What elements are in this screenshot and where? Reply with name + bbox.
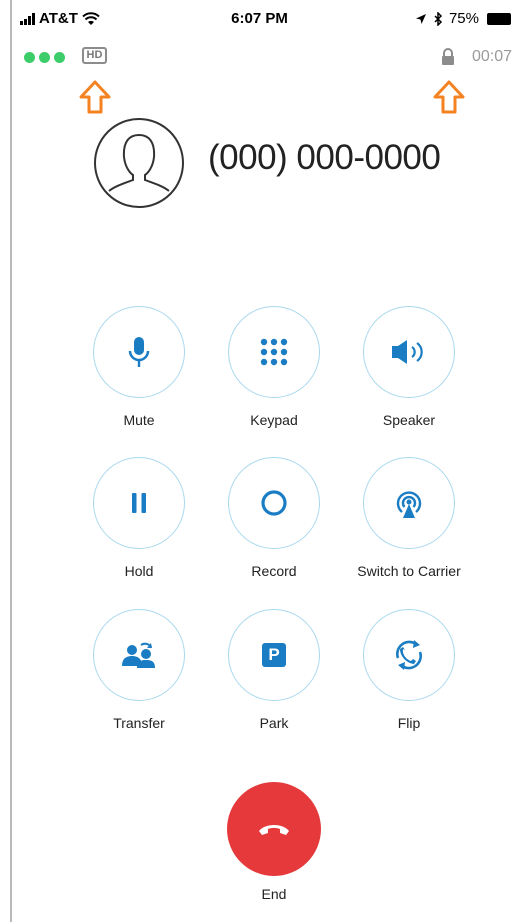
bluetooth-icon	[434, 11, 443, 26]
flip-icon	[396, 640, 422, 670]
keypad-icon	[260, 338, 288, 366]
transfer-icon	[122, 642, 155, 668]
flip-circle[interactable]	[363, 609, 455, 701]
quality-dot	[54, 52, 65, 63]
flip-button[interactable]: Flip	[339, 609, 479, 731]
transfer-circle[interactable]	[93, 609, 185, 701]
microphone-icon	[128, 337, 150, 367]
location-icon	[415, 13, 426, 24]
park-label: Park	[259, 715, 289, 731]
switch-to-carrier-label: Switch to Carrier	[357, 563, 461, 579]
hold-circle[interactable]	[93, 457, 185, 549]
mute-label: Mute	[123, 412, 155, 428]
battery-percent: 75%	[448, 10, 479, 27]
caller-number: (000) 000-0000	[208, 138, 441, 177]
cell-tower-icon	[396, 491, 422, 518]
keypad-button[interactable]: Keypad	[204, 306, 344, 428]
switch-to-carrier-button[interactable]: Switch to Carrier	[339, 457, 479, 579]
keypad-label: Keypad	[250, 412, 298, 428]
mute-button[interactable]: Mute	[69, 306, 209, 428]
record-button[interactable]: Record	[204, 457, 344, 579]
call-duration: 00:07	[472, 48, 513, 65]
record-circle[interactable]	[228, 457, 320, 549]
transfer-label: Transfer	[113, 715, 165, 731]
quality-dot	[39, 52, 50, 63]
status-bar: AT&T 6:07 PM 75%	[0, 0, 519, 36]
quality-dot	[24, 52, 35, 63]
record-icon	[261, 490, 287, 516]
hold-label: Hold	[124, 563, 154, 579]
status-right: 75%	[415, 10, 511, 27]
speaker-circle[interactable]	[363, 306, 455, 398]
call-quality-indicator	[24, 52, 65, 63]
transfer-button[interactable]: Transfer	[69, 609, 209, 731]
speaker-button[interactable]: Speaker	[339, 306, 479, 428]
hang-up-phone-icon	[259, 825, 289, 835]
speaker-icon	[392, 340, 423, 364]
parking-icon: P	[262, 643, 286, 667]
switch-to-carrier-circle[interactable]	[363, 457, 455, 549]
mute-circle[interactable]	[93, 306, 185, 398]
park-button[interactable]: P Park	[204, 609, 344, 731]
battery-icon	[487, 12, 511, 25]
pause-icon	[132, 493, 146, 513]
screenshot-border	[10, 0, 12, 922]
up-arrow-icon	[433, 80, 465, 114]
up-arrow-icon	[79, 80, 111, 114]
record-label: Record	[251, 563, 297, 579]
contact-avatar-icon	[94, 118, 184, 208]
hold-button[interactable]: Hold	[69, 457, 209, 579]
lock-icon	[442, 48, 454, 65]
end-call-label: End	[261, 886, 287, 902]
end-call-button[interactable]: End	[227, 782, 321, 902]
flip-label: Flip	[397, 715, 421, 731]
park-circle[interactable]: P	[228, 609, 320, 701]
keypad-circle[interactable]	[228, 306, 320, 398]
hd-badge: HD	[82, 47, 107, 64]
end-call-circle[interactable]	[227, 782, 321, 876]
speaker-label: Speaker	[382, 412, 436, 428]
